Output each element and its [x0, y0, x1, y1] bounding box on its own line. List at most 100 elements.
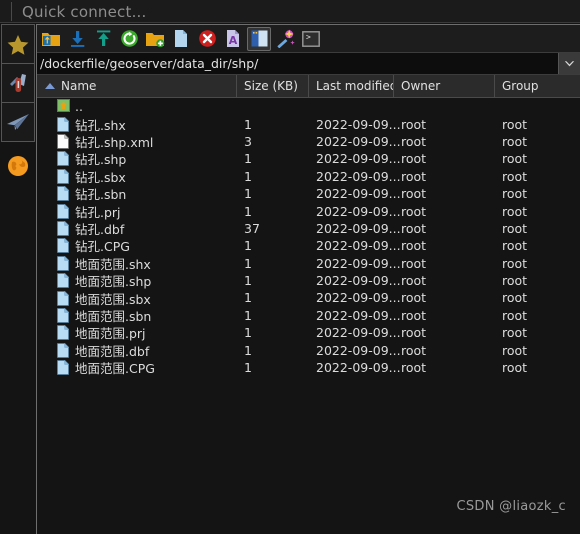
file-name-cell[interactable]: 钻孔.shx — [37, 115, 237, 134]
table-row[interactable]: 钻孔.sbx 1 2022-09-09... root root — [37, 168, 580, 185]
file-name-label: 地面范围.sbx — [75, 291, 151, 307]
file-name-cell[interactable]: 钻孔.prj — [37, 202, 237, 221]
table-row[interactable]: 钻孔.dbf 37 2022-09-09... root root — [37, 220, 580, 237]
file-name-cell[interactable]: 钻孔.dbf — [37, 219, 237, 238]
column-header-owner-label: Owner — [401, 79, 441, 93]
split-view-button[interactable] — [247, 26, 271, 51]
file-blue-icon — [57, 237, 70, 254]
file-row-parent[interactable]: .. — [37, 98, 580, 115]
table-row[interactable]: 钻孔.shp 1 2022-09-09... root root — [37, 150, 580, 167]
download-button[interactable] — [65, 27, 89, 51]
file-name-cell[interactable]: 地面范围.sbn — [37, 306, 237, 325]
file-white-icon — [57, 133, 70, 149]
file-group-cell: root — [502, 168, 528, 184]
magic-wand-button[interactable] — [273, 27, 297, 51]
table-row[interactable]: 钻孔.CPG 1 2022-09-09... root root — [37, 237, 580, 254]
upload-button[interactable] — [91, 27, 115, 51]
watermark-text: CSDN @liaozk_c — [456, 499, 566, 514]
file-owner-cell: root — [401, 255, 427, 271]
file-owner-cell: root — [401, 116, 427, 132]
column-header-modified[interactable]: Last modified — [309, 74, 394, 98]
refresh-circle-icon — [120, 30, 138, 47]
file-name-cell[interactable]: 地面范围.CPG — [37, 358, 237, 377]
file-modified-cell: 2022-09-09... — [316, 238, 401, 254]
table-row[interactable]: 地面范围.shp 1 2022-09-09... root root — [37, 272, 580, 289]
file-size-cell: 1 — [244, 290, 252, 306]
file-name-label: 地面范围.shp — [75, 274, 152, 290]
split-pane-icon — [251, 30, 267, 47]
file-group-cell: root — [502, 151, 528, 167]
path-input[interactable]: /dockerfile/geoserver/data_dir/shp/ — [37, 56, 558, 71]
file-name-label: 钻孔.sbx — [75, 169, 126, 185]
file-name-cell[interactable]: 地面范围.sbx — [37, 289, 237, 308]
table-row[interactable]: 地面范围.sbx 1 2022-09-09... root root — [37, 289, 580, 308]
terminal-icon: > — [302, 30, 320, 47]
new-folder-button[interactable] — [143, 27, 167, 51]
edit-text-button[interactable]: A — [221, 27, 245, 51]
file-name-cell[interactable]: 地面范围.shx — [37, 254, 237, 273]
file-name-label: 地面范围.dbf — [75, 343, 150, 359]
file-name-label: 钻孔.shp — [75, 152, 127, 168]
left-sidebar — [0, 24, 36, 534]
path-bar[interactable]: /dockerfile/geoserver/data_dir/shp/ — [37, 53, 580, 75]
path-dropdown-button[interactable] — [558, 53, 580, 74]
file-name-cell[interactable]: 钻孔.CPG — [37, 236, 237, 255]
delete-x-icon — [198, 30, 216, 47]
file-blue-icon — [57, 255, 70, 271]
table-row[interactable]: 钻孔.shp.xml 3 2022-09-09... root root — [37, 133, 580, 150]
file-group-cell: root — [502, 325, 528, 341]
table-row[interactable]: 钻孔.prj 1 2022-09-09... root root — [37, 202, 580, 221]
sidebar-item-send[interactable] — [2, 103, 34, 142]
column-header-group[interactable]: Group — [495, 75, 580, 98]
terminal-button[interactable]: > — [299, 27, 323, 51]
sidebar-item-tools[interactable] — [2, 64, 34, 103]
quick-connect-bar[interactable]: Quick connect... — [0, 0, 580, 23]
table-row[interactable]: 地面范围.sbn 1 2022-09-09... root root — [37, 307, 580, 324]
refresh-button[interactable] — [117, 27, 141, 51]
file-group-cell: root — [502, 360, 528, 376]
column-header-modified-label: Last modified — [316, 79, 394, 93]
new-file-button[interactable] — [169, 27, 193, 51]
file-toolbar: A > — [37, 25, 580, 53]
file-name-cell[interactable]: 地面范围.shp — [37, 271, 237, 290]
file-name-cell[interactable]: 钻孔.shp — [37, 149, 237, 168]
file-name-cell[interactable]: 地面范围.dbf — [37, 341, 237, 360]
file-modified-cell: 2022-09-09... — [316, 168, 401, 184]
sidebar-item-bookmarks[interactable] — [2, 25, 34, 64]
file-blue-icon — [57, 307, 70, 323]
ssh-file-browser-window: Quick connect... A > /dockerfile/geoserv… — [0, 0, 580, 534]
file-name-cell[interactable]: 钻孔.shp.xml — [37, 132, 237, 151]
file-blue-icon — [57, 203, 70, 219]
sidebar-item-globe[interactable] — [1, 146, 35, 186]
file-blue-icon — [57, 255, 70, 271]
file-name-cell[interactable]: 钻孔.sbn — [37, 184, 237, 203]
table-row[interactable]: 钻孔.shx 1 2022-09-09... root root — [37, 115, 580, 134]
file-owner-cell: root — [401, 325, 427, 341]
column-header-size[interactable]: Size (KB) — [237, 74, 309, 98]
file-owner-cell: root — [401, 290, 427, 306]
file-owner-cell: root — [401, 168, 427, 184]
table-row[interactable]: 地面范围.shx 1 2022-09-09... root root — [37, 255, 580, 272]
folder-up-icon — [42, 32, 60, 46]
file-size-cell: 1 — [244, 238, 252, 254]
column-header-name[interactable]: Name — [37, 74, 237, 98]
file-blue-icon — [57, 359, 70, 375]
file-blue-icon — [57, 185, 70, 201]
table-row[interactable]: 地面范围.CPG 1 2022-09-09... root root — [37, 359, 580, 376]
table-row[interactable]: 地面范围.dbf 1 2022-09-09... root root — [37, 341, 580, 360]
file-name-cell[interactable]: 钻孔.sbx — [37, 167, 237, 186]
table-row[interactable]: 地面范围.prj 1 2022-09-09... root root — [37, 324, 580, 341]
file-name-label: 钻孔.shp.xml — [75, 134, 154, 150]
column-header-owner[interactable]: Owner — [394, 74, 495, 98]
text-edit-icon: A — [227, 30, 239, 47]
file-size-cell: 1 — [244, 116, 252, 132]
table-row[interactable]: 钻孔.sbn 1 2022-09-09... root root — [37, 185, 580, 202]
file-blue-icon — [57, 272, 70, 288]
file-name-cell[interactable]: .. — [37, 99, 237, 114]
file-blue-icon — [57, 342, 70, 358]
delete-button[interactable] — [195, 27, 219, 51]
file-blue-icon — [57, 290, 70, 306]
open-folder-button[interactable] — [39, 27, 63, 51]
file-name-cell[interactable]: 地面范围.prj — [37, 323, 237, 342]
file-name-label: .. — [75, 99, 83, 115]
